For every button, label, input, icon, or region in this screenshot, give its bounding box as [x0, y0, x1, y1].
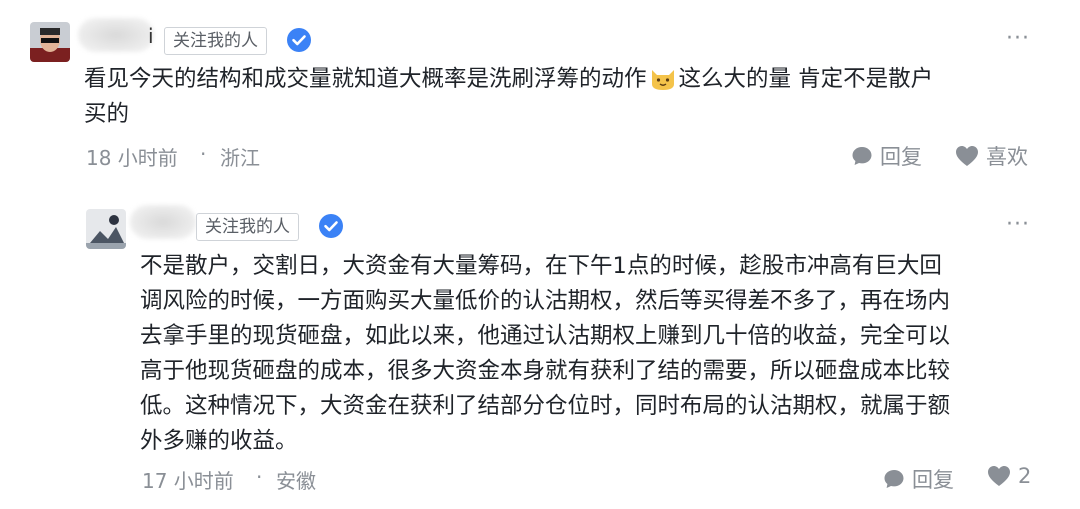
avatar[interactable] [86, 209, 126, 249]
like-button[interactable]: 2 [986, 464, 1031, 488]
text-line: 低。这种情况下，大资金在获利了结部分仓位时，同时布局的认沽期权，就属于额 [140, 393, 951, 419]
username-fragment: i [148, 24, 154, 48]
text-line: 高于他现货砸盘的成本，很多大资金本身就有获利了结的需要，所以砸盘成本比较 [140, 358, 951, 384]
follow-tag: 关注我的人 [196, 213, 299, 241]
more-options-icon[interactable]: ··· [1006, 28, 1030, 50]
cat-face-emoji [651, 70, 674, 90]
text-line: 不是散户，交割日，大资金有大量筹码，在下午1点的时候，趁股市冲高有巨大回 [140, 253, 942, 279]
text-line: 去拿手里的现货砸盘，如此以来，他通过认沽期权上赚到几十倍的收益，完全可以 [140, 323, 951, 349]
reply-text: 不是散户，交割日，大资金有大量筹码，在下午1点的时候，趁股市冲高有巨大回 调风险… [140, 249, 1040, 459]
username-blurred[interactable] [78, 18, 154, 52]
timestamp: 18 小时前 [86, 146, 178, 170]
verified-badge-icon [287, 28, 311, 52]
text-line: 调风险的时候，一方面购买大量低价的认沽期权，然后等买得差不多了，再在场内 [140, 288, 951, 314]
comment-thread: i 关注我的人 ··· 看见今天的结构和成交量就知道大概率是洗刷浮筹的动作 这么大… [0, 0, 1080, 509]
reply-bubble-icon [852, 147, 872, 165]
follow-tag: 关注我的人 [164, 27, 267, 55]
reply-bubble-icon [884, 470, 904, 488]
comment-text: 看见今天的结构和成交量就知道大概率是洗刷浮筹的动作 这么大的量 肯定不是散户 买的 [84, 66, 934, 127]
heart-icon [956, 146, 978, 166]
location: 安徽 [276, 469, 316, 493]
timestamp: 17 小时前 [142, 469, 234, 493]
like-button[interactable]: 喜欢 [954, 141, 1028, 171]
text-line: 外多赚的收益。 [140, 428, 298, 454]
location: 浙江 [220, 146, 260, 170]
more-options-icon[interactable]: ··· [1006, 214, 1030, 236]
separator: · [256, 465, 263, 489]
reply-button[interactable]: 回复 [882, 464, 954, 494]
separator: · [200, 142, 207, 166]
verified-badge-icon [319, 214, 343, 238]
username-blurred[interactable] [130, 205, 196, 239]
like-count: 2 [1018, 464, 1032, 488]
heart-icon [988, 466, 1010, 486]
avatar[interactable] [30, 22, 70, 62]
reply-button[interactable]: 回复 [850, 141, 922, 171]
